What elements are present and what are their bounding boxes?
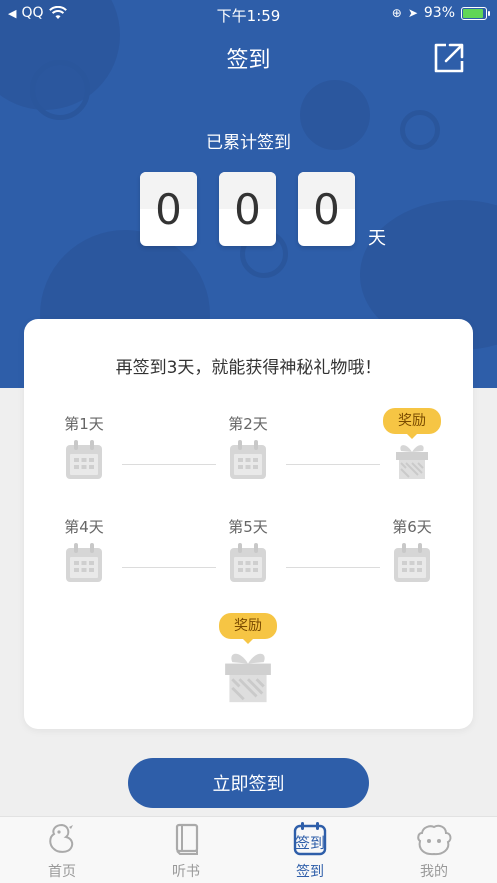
home-icon bbox=[49, 823, 74, 853]
rotation-lock-icon: ⊕ bbox=[391, 6, 402, 20]
calendar-icon bbox=[230, 440, 266, 479]
tab-profile[interactable]: 我的 bbox=[372, 817, 496, 883]
connector-line bbox=[122, 567, 216, 568]
battery-percent: 93% bbox=[423, 5, 455, 21]
tab-label: 首页 bbox=[48, 864, 76, 880]
reward-badge: 奖励 bbox=[383, 408, 441, 439]
day-label: 第4天 bbox=[64, 518, 104, 536]
book-icon bbox=[175, 823, 199, 855]
battery-level bbox=[463, 8, 484, 18]
profile-icon bbox=[417, 824, 452, 856]
day-label: 第6天 bbox=[392, 518, 432, 536]
connector-line bbox=[122, 464, 216, 465]
streak-digit: 0 bbox=[140, 172, 197, 246]
tab-audiobook[interactable]: 听书 bbox=[124, 817, 248, 883]
day-label: 第5天 bbox=[228, 518, 268, 536]
connector-line bbox=[286, 567, 380, 568]
tab-label: 听书 bbox=[172, 864, 200, 880]
final-reward-badge: 奖励 bbox=[219, 613, 277, 644]
tab-checkin[interactable]: 签到 签到 bbox=[248, 817, 372, 883]
tab-label: 我的 bbox=[420, 864, 448, 880]
status-bar: ◀ QQ 下午1:59 ⊕ ➤ 93% bbox=[0, 0, 497, 28]
battery-icon bbox=[461, 6, 490, 20]
tab-bar: 首页 听书 签到 签到 我的 bbox=[0, 816, 497, 883]
checkin-button[interactable]: 立即签到 bbox=[128, 758, 369, 808]
day-label: 第1天 bbox=[64, 415, 104, 433]
calendar-icon bbox=[394, 543, 430, 582]
calendar-icon bbox=[66, 543, 102, 582]
checkin-card: 再签到3天，就能获得神秘礼物哦！ 第1天 第2天 奖励 第4天 第5天 第6天 … bbox=[24, 319, 473, 729]
location-icon: ➤ bbox=[407, 6, 418, 20]
day-label: 第2天 bbox=[228, 415, 268, 433]
status-right: ⊕ ➤ 93% bbox=[391, 5, 490, 21]
page-title: 签到 bbox=[226, 48, 271, 73]
connector-line bbox=[286, 464, 380, 465]
tab-home[interactable]: 首页 bbox=[0, 817, 124, 883]
streak-unit: 天 bbox=[368, 228, 386, 249]
streak-digit: 0 bbox=[219, 172, 276, 246]
share-icon[interactable] bbox=[432, 41, 466, 75]
streak-label: 已累计签到 bbox=[206, 133, 291, 153]
streak-digit: 0 bbox=[298, 172, 355, 246]
calendar-icon bbox=[230, 543, 266, 582]
checkin-icon-glyph: 签到 bbox=[295, 834, 325, 852]
gift-icon bbox=[396, 445, 428, 479]
card-heading: 再签到3天，就能获得神秘礼物哦！ bbox=[115, 358, 382, 378]
gift-icon bbox=[225, 653, 271, 703]
checkin-icon: 签到 bbox=[293, 822, 327, 856]
tab-label: 签到 bbox=[296, 864, 324, 880]
calendar-icon bbox=[66, 440, 102, 479]
